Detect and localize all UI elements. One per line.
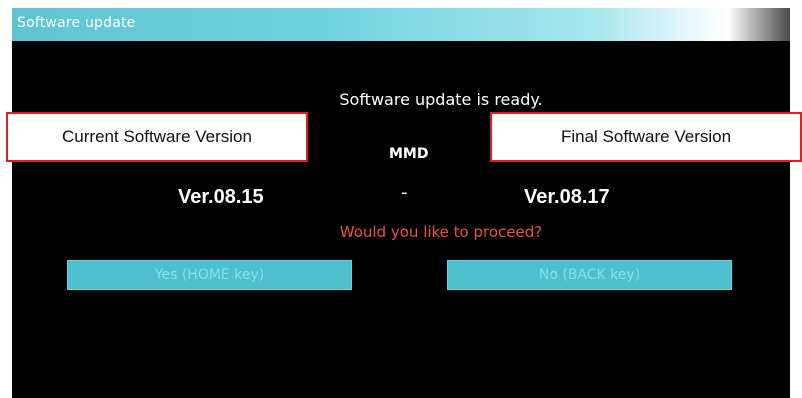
device-screen: Software update Software update is ready… bbox=[12, 8, 790, 398]
current-version-annotation: Current Software Version bbox=[6, 112, 308, 162]
yes-button[interactable]: Yes (HOME key) bbox=[67, 260, 352, 290]
title-bar: Software update bbox=[12, 8, 790, 41]
current-version-value: Ver.08.15 bbox=[178, 186, 264, 208]
no-button[interactable]: No (BACK key) bbox=[447, 260, 732, 290]
final-version-value: Ver.08.17 bbox=[524, 186, 610, 208]
proceed-question: Would you like to proceed? bbox=[339, 223, 543, 241]
component-label: MMD bbox=[389, 146, 429, 162]
version-separator: - bbox=[401, 182, 408, 203]
final-version-annotation: Final Software Version bbox=[490, 112, 802, 162]
ready-message: Software update is ready. bbox=[339, 90, 543, 109]
window-title: Software update bbox=[17, 15, 136, 31]
